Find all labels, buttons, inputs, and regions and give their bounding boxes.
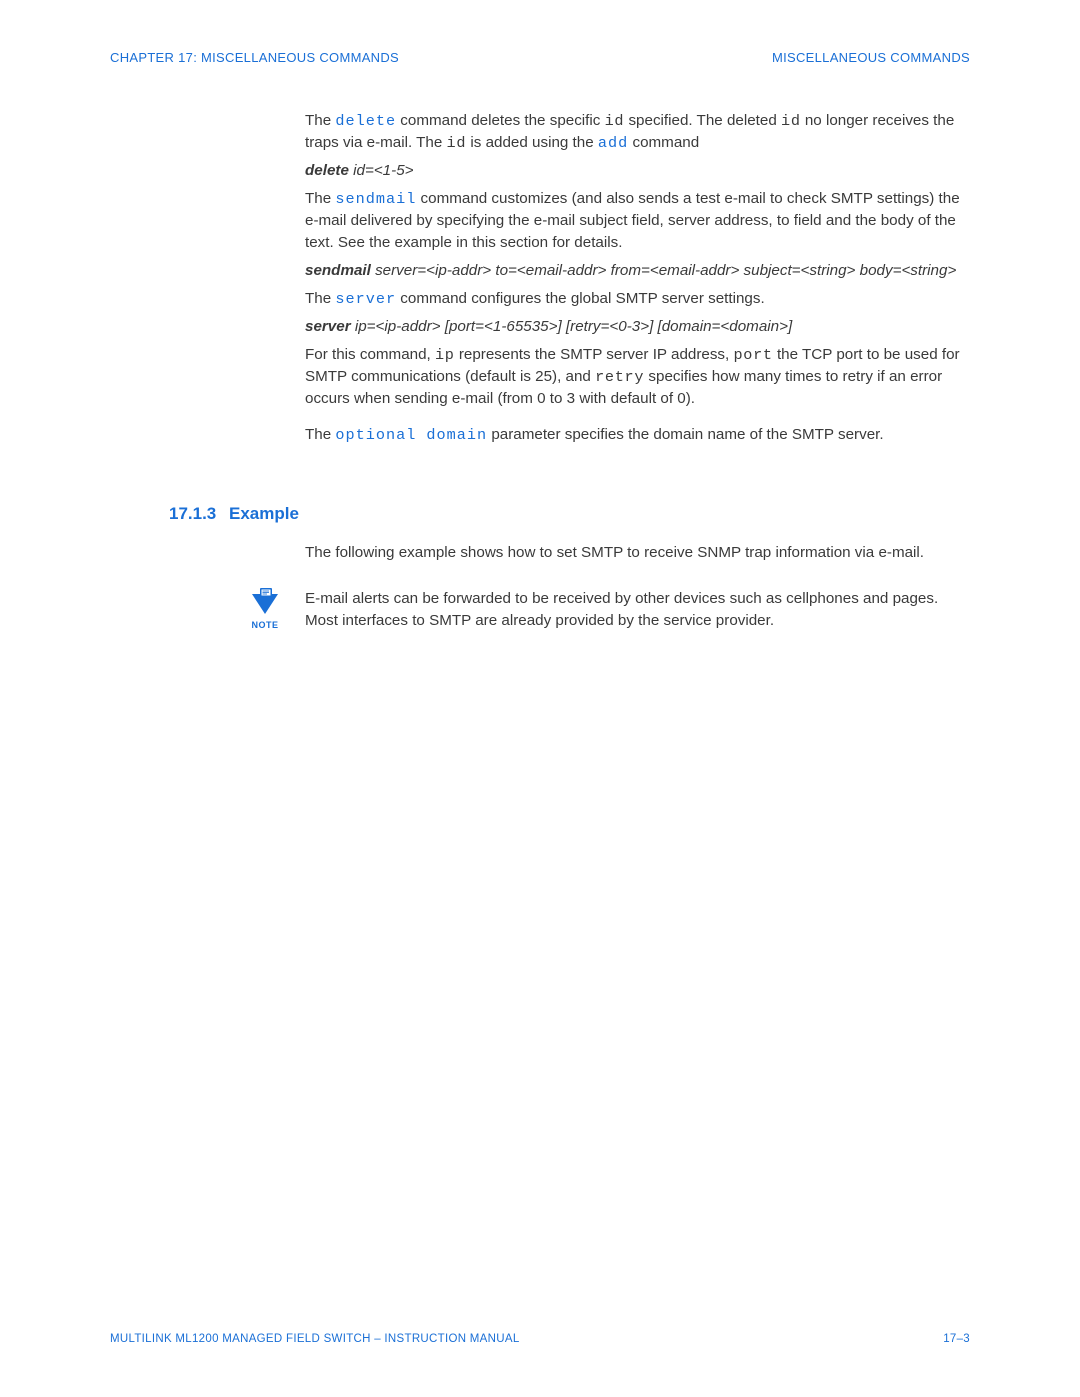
- para-domain: The optional domain parameter specifies …: [305, 424, 970, 446]
- cmd-delete: delete: [335, 112, 396, 130]
- para-delete: The delete command deletes the specific …: [305, 110, 970, 154]
- note-icon: [250, 588, 280, 616]
- footer-page: 17–3: [943, 1333, 970, 1345]
- cmd-sendmail: sendmail: [335, 190, 416, 208]
- cmd-optional-domain: optional domain: [335, 426, 487, 444]
- body-column: The delete command deletes the specific …: [305, 110, 970, 446]
- section-title: Example: [229, 504, 299, 524]
- page: CHAPTER 17: MISCELLANEOUS COMMANDS MISCE…: [0, 0, 1080, 1397]
- example-body: The following example shows how to set S…: [305, 542, 970, 632]
- footer-left: MULTILINK ML1200 MANAGED FIELD SWITCH – …: [110, 1333, 520, 1345]
- note-block: NOTE E-mail alerts can be forwarded to b…: [305, 588, 970, 632]
- header-left: CHAPTER 17: MISCELLANEOUS COMMANDS: [110, 50, 399, 65]
- syntax-server: server ip=<ip-addr> [port=<1-65535>] [re…: [305, 316, 970, 338]
- section-heading: 17.1.3 Example: [169, 504, 970, 524]
- note-label: NOTE: [245, 619, 285, 632]
- page-footer: MULTILINK ML1200 MANAGED FIELD SWITCH – …: [110, 1333, 970, 1345]
- note-text: E-mail alerts can be forwarded to be rec…: [305, 588, 970, 632]
- cmd-add: add: [598, 134, 628, 152]
- page-header: CHAPTER 17: MISCELLANEOUS COMMANDS MISCE…: [110, 50, 970, 65]
- cmd-server: server: [335, 290, 396, 308]
- para-server: The server command configures the global…: [305, 288, 970, 310]
- header-right: MISCELLANEOUS COMMANDS: [772, 50, 970, 65]
- syntax-sendmail: sendmail server=<ip-addr> to=<email-addr…: [305, 260, 970, 282]
- section-number: 17.1.3: [169, 504, 229, 524]
- para-sendmail: The sendmail command customizes (and als…: [305, 188, 970, 254]
- note-icon-wrap: NOTE: [245, 588, 285, 632]
- syntax-delete: delete id=<1-5>: [305, 160, 970, 182]
- example-intro: The following example shows how to set S…: [305, 542, 970, 564]
- para-port: For this command, ip represents the SMTP…: [305, 344, 970, 410]
